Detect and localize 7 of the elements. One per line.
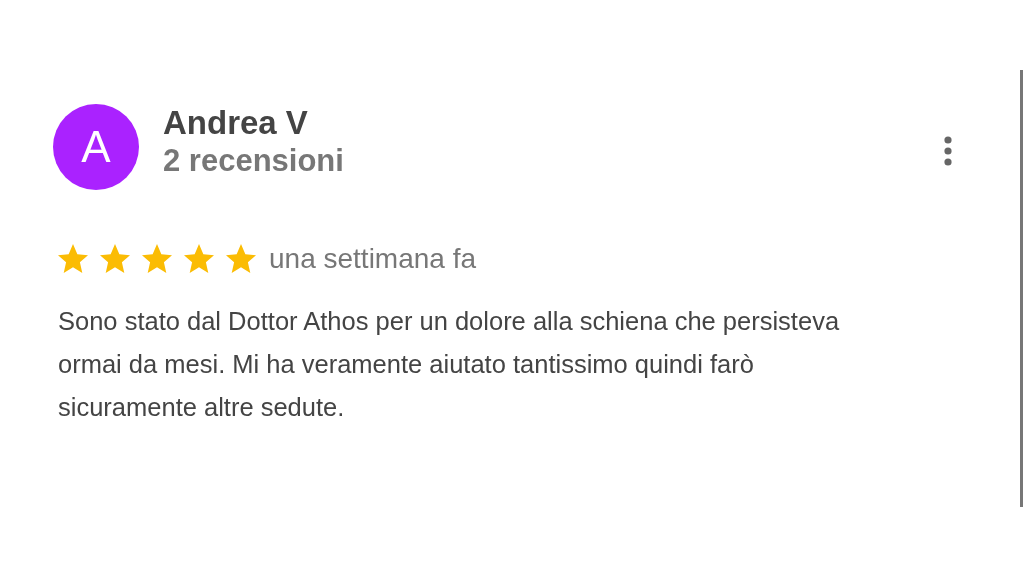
scrollbar[interactable] <box>1020 70 1023 507</box>
review-text: Sono stato dal Dottor Athos per un dolore alla schiena che persisteva ormai da mesi. Mi ha veramente aiutato tantissimo quindi farò sicuramente altre sedute. <box>58 306 841 423</box>
review-count: 2 recensioni <box>163 142 345 180</box>
more-options-icon[interactable] <box>943 136 953 166</box>
author-name: Andrea V <box>163 104 309 142</box>
review-date: una settimana fa <box>269 242 477 276</box>
avatar: A <box>53 104 139 190</box>
